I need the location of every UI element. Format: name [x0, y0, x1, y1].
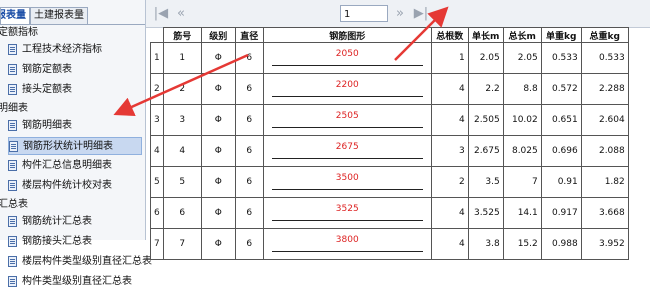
rebar-line-shape [271, 251, 423, 252]
report-icon [8, 255, 17, 267]
annotation-arrows [113, 6, 449, 117]
tree-item-label: 楼层构件类型级别直径汇总表 [22, 256, 152, 267]
report-icon [8, 275, 17, 287]
arrow-to-selected-item [113, 53, 249, 117]
tree-item[interactable]: 楼层构件类型级别直径汇总表 [8, 253, 152, 271]
tree-item-label: 构件类型级别直径汇总表 [22, 276, 132, 287]
tree-item[interactable]: 构件类型级别直径汇总表 [8, 273, 142, 291]
arrow-to-count-column [394, 6, 449, 61]
